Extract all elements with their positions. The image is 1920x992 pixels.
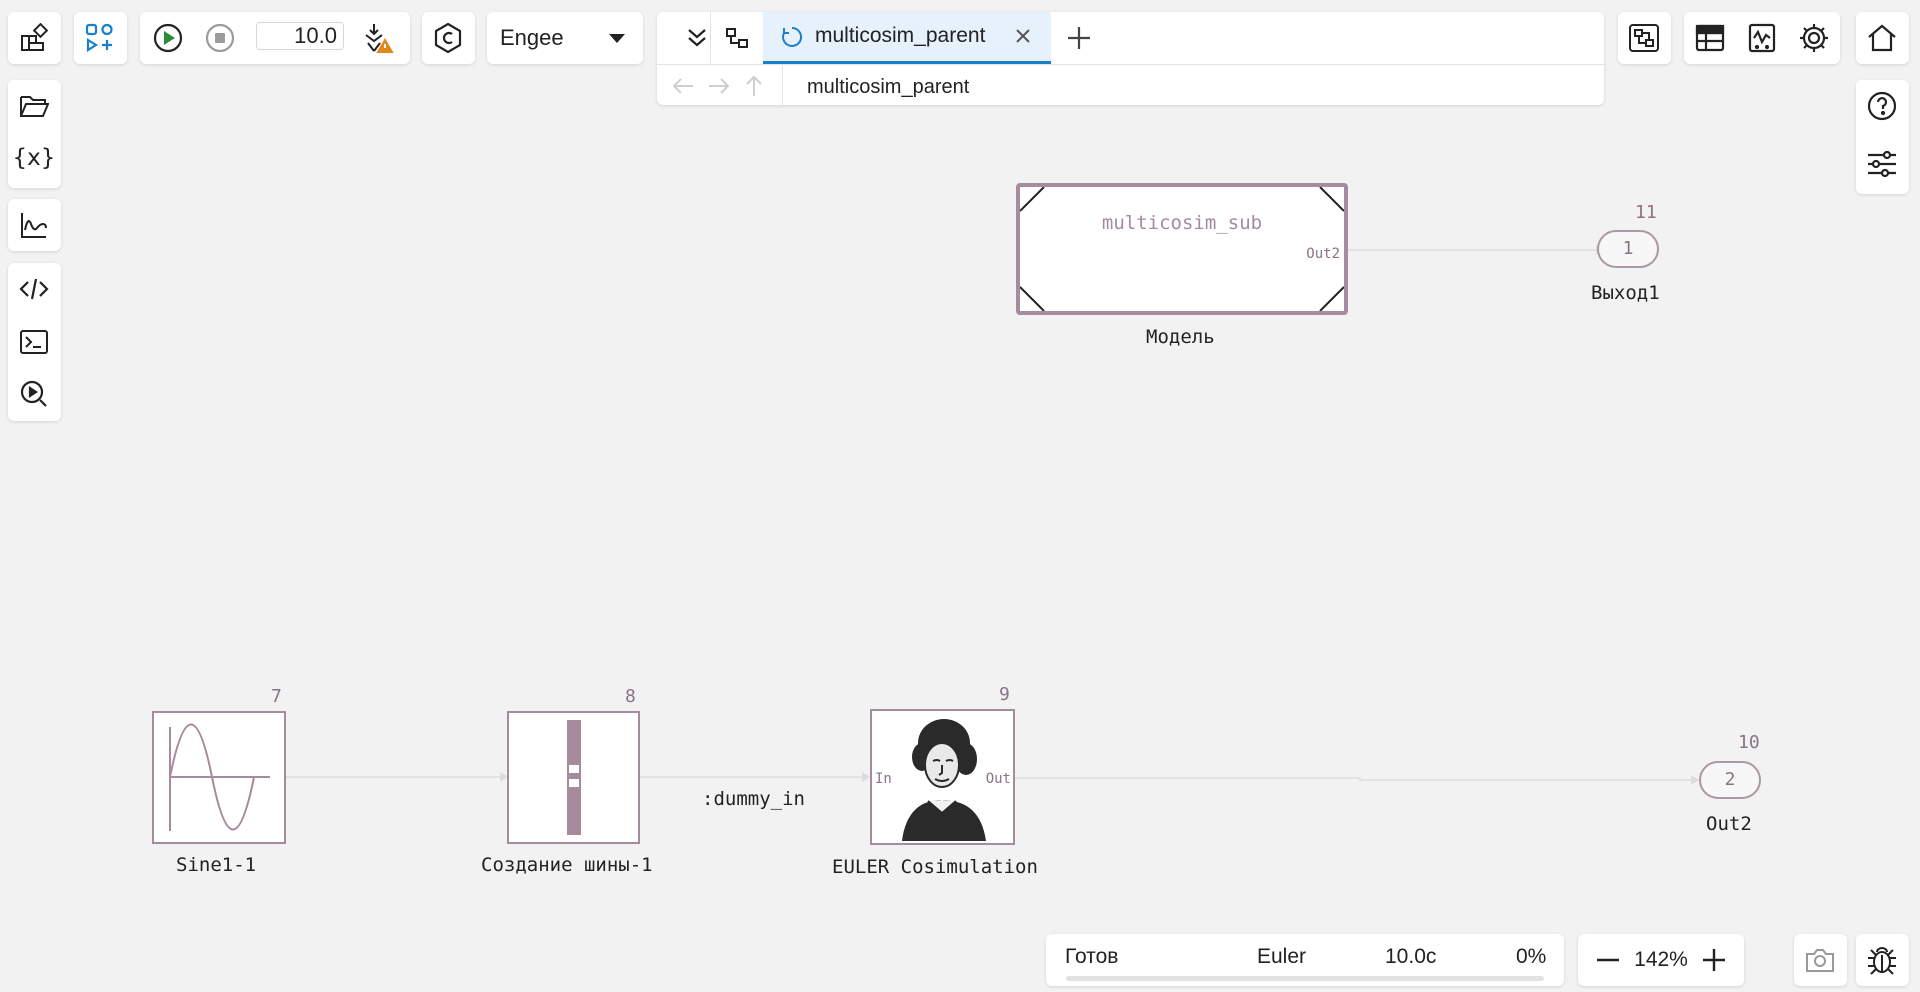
- open-folder-icon[interactable]: [12, 84, 56, 128]
- up-arrow-icon[interactable]: [743, 74, 765, 103]
- engine-select[interactable]: Engee: [487, 12, 643, 64]
- plots-icon[interactable]: [12, 203, 56, 247]
- model-search-icon[interactable]: [12, 372, 56, 416]
- signal-label[interactable]: :dummy_in: [702, 788, 805, 810]
- sim-time-input[interactable]: 10.0: [256, 22, 344, 50]
- bus-icon: [567, 720, 581, 835]
- engine-select-value: Engee: [500, 25, 564, 50]
- status-progress: 0%: [1516, 945, 1547, 968]
- status-bar: Готов Euler 10.0с 0%: [1046, 934, 1564, 986]
- help-icon[interactable]: [1860, 84, 1904, 128]
- divider: [710, 12, 711, 64]
- zoom-in-icon[interactable]: [1692, 938, 1736, 982]
- add-block-panel: [74, 12, 127, 64]
- bug-icon[interactable]: [1860, 938, 1904, 982]
- out1-label[interactable]: Выход1: [1591, 282, 1660, 304]
- forward-arrow-icon[interactable]: [707, 75, 731, 102]
- tab-title: multicosim_parent: [815, 24, 986, 47]
- close-tab-icon[interactable]: [1013, 26, 1033, 51]
- right-panel-1: [1618, 12, 1671, 64]
- debug-panel: [1856, 934, 1909, 986]
- run-icon[interactable]: [146, 16, 190, 60]
- model-tabs-panel: multicosim_parent multicosim_parent: [657, 12, 1604, 105]
- sine-label[interactable]: Sine1-1: [176, 854, 256, 876]
- bus-number: 8: [625, 686, 636, 707]
- out2-number: 10: [1738, 732, 1760, 753]
- signal-monitor-icon[interactable]: [1740, 16, 1784, 60]
- new-tab-icon[interactable]: [1057, 16, 1101, 60]
- right-panel-3: [1856, 12, 1909, 64]
- tab-multicosim-parent[interactable]: multicosim_parent: [763, 12, 1051, 64]
- left-sidebar-group-1: {x}: [8, 80, 61, 188]
- progress-bar: [1066, 976, 1544, 981]
- out2-label[interactable]: Out2: [1706, 813, 1752, 835]
- bus-creator-block[interactable]: [507, 711, 640, 844]
- settings-sliders-icon[interactable]: [1860, 142, 1904, 186]
- collapse-tabs-icon[interactable]: [675, 16, 719, 60]
- bus-label[interactable]: Создание шины-1: [481, 854, 653, 876]
- right-panel-4: [1856, 80, 1909, 194]
- build-warning-icon[interactable]: [358, 16, 402, 60]
- euler-label[interactable]: EULER Cosimulation: [832, 856, 1038, 878]
- divider: [782, 65, 783, 105]
- euler-cosim-block[interactable]: In Out: [870, 709, 1015, 845]
- model-block-inner-label: multicosim_sub: [1101, 212, 1263, 234]
- left-top-panel: [8, 12, 61, 64]
- terminal-icon[interactable]: [12, 320, 56, 364]
- model-block[interactable]: multicosim_sub Out2: [1016, 183, 1348, 315]
- model-hierarchy-icon[interactable]: [715, 16, 759, 60]
- home-icon[interactable]: [1860, 16, 1904, 60]
- euler-port-in: In: [875, 771, 892, 787]
- breadcrumb[interactable]: multicosim_parent: [807, 76, 969, 99]
- camera-icon[interactable]: [1798, 938, 1842, 982]
- model-block-label[interactable]: Модель: [1146, 326, 1215, 348]
- back-arrow-icon[interactable]: [671, 75, 695, 102]
- euler-port-out: Out: [985, 771, 1011, 787]
- status-time: 10.0с: [1385, 945, 1437, 968]
- model-tab-icon: [781, 26, 803, 53]
- zoom-controls: 142%: [1578, 934, 1744, 986]
- right-panel-2: [1684, 12, 1840, 64]
- out1-port[interactable]: 1: [1597, 230, 1659, 268]
- sine-number: 7: [271, 686, 282, 707]
- sine-block[interactable]: [152, 711, 286, 844]
- left-sidebar-group-3: [8, 263, 61, 421]
- status-solver: Euler: [1257, 945, 1307, 968]
- euler-number: 9: [999, 684, 1010, 705]
- code-icon[interactable]: [12, 267, 56, 311]
- sine-wave-icon: [169, 723, 270, 831]
- data-table-icon[interactable]: [1688, 16, 1732, 60]
- left-sidebar-group-2: [8, 199, 61, 251]
- status-state: Готов: [1065, 945, 1119, 968]
- model-block-corners: [1020, 187, 1344, 311]
- codegen-icon[interactable]: [426, 16, 470, 60]
- model-explorer-icon[interactable]: [1622, 16, 1666, 60]
- model-block-port-out: Out2: [1306, 246, 1340, 262]
- codegen-panel: [422, 12, 475, 64]
- out1-number: 11: [1635, 202, 1657, 223]
- chevron-down-icon: [609, 34, 625, 43]
- gear-icon[interactable]: [1792, 16, 1836, 60]
- divider: [657, 64, 1604, 65]
- screenshot-panel: [1794, 934, 1847, 986]
- variables-icon[interactable]: {x}: [12, 136, 56, 180]
- stop-icon[interactable]: [198, 16, 242, 60]
- add-block-icon[interactable]: [78, 16, 122, 60]
- blocks-library-icon[interactable]: [12, 16, 56, 60]
- out2-port[interactable]: 2: [1699, 761, 1761, 799]
